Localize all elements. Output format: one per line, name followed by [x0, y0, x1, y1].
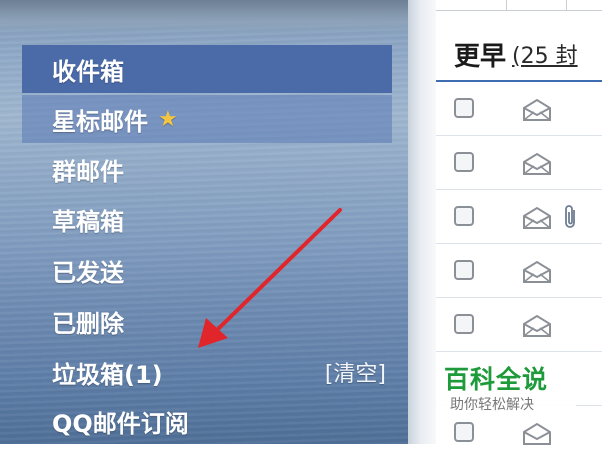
annotation-arrow: [198, 208, 342, 348]
